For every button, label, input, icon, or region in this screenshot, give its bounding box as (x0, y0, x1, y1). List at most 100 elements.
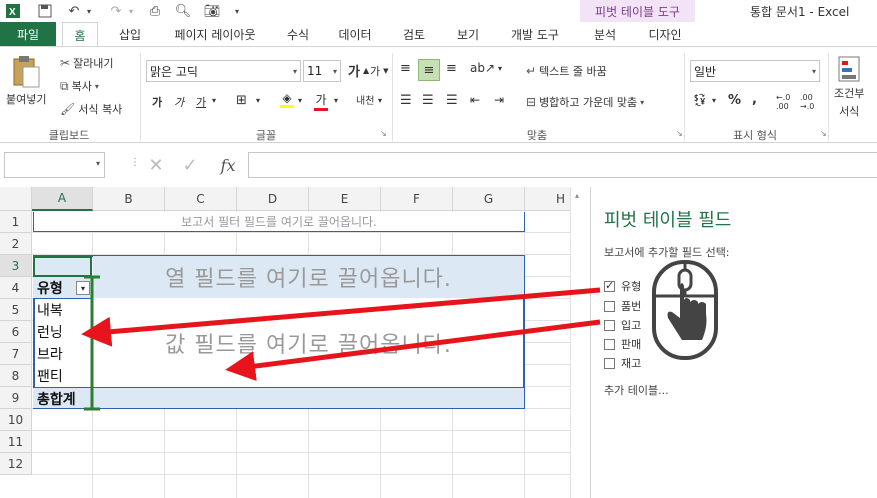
confirm-entry-icon[interactable]: ✓ (180, 152, 200, 178)
customize-qat-icon[interactable]: ▾ (232, 2, 242, 20)
font-color-icon[interactable]: 가 (314, 91, 328, 111)
column-header-a[interactable]: A (32, 187, 93, 211)
align-right-icon[interactable]: ☰ (446, 93, 458, 108)
column-header-h[interactable]: H (525, 187, 570, 211)
font-name-select[interactable]: 맑은 고딕 ▾ (146, 60, 301, 82)
underline-dropdown-icon[interactable]: ▾ (212, 96, 216, 105)
row-header-12[interactable]: 12 (0, 453, 32, 475)
align-bottom-icon[interactable]: ≡ (446, 61, 457, 76)
camera-icon[interactable]: 📷︎ (202, 2, 222, 20)
phonetic-guide-icon[interactable]: 내천 (356, 92, 374, 107)
name-box[interactable]: ▾ (4, 152, 105, 178)
checkbox-icon[interactable] (604, 357, 615, 369)
font-color-dropdown-icon[interactable]: ▾ (334, 96, 338, 105)
column-header-g[interactable]: G (453, 187, 525, 211)
save-icon[interactable] (36, 2, 54, 20)
italic-icon[interactable]: 가 (174, 94, 184, 110)
checkbox-icon[interactable] (604, 319, 615, 331)
tab-file[interactable]: 파일 (0, 22, 56, 47)
tab-formulas[interactable]: 수식 (280, 22, 316, 47)
row-header-6[interactable]: 6 (0, 321, 32, 343)
phonetic-dropdown-icon[interactable]: ▾ (378, 96, 382, 105)
increase-font-icon[interactable]: 가 ▲ (348, 61, 369, 80)
values-drop-zone[interactable]: 값 필드를 여기로 끌어옵니다. (93, 321, 524, 365)
field-item-product-no[interactable]: 품번 (604, 298, 641, 314)
field-item-stock[interactable]: 재고 (604, 355, 641, 371)
borders-dropdown-icon[interactable]: ▾ (256, 96, 260, 105)
row-header-11[interactable]: 11 (0, 431, 32, 453)
decrease-font-icon[interactable]: 가 ▼ (370, 63, 389, 79)
copy-button[interactable]: ⧉ 복사 ▾ (60, 78, 99, 94)
checkbox-icon[interactable] (604, 300, 615, 312)
alignment-dialog-launcher-icon[interactable]: ↘ (676, 129, 683, 138)
align-left-icon[interactable]: ☰ (400, 93, 412, 108)
checkbox-checked-icon[interactable] (604, 279, 615, 292)
scroll-up-icon[interactable]: ▴ (575, 191, 579, 200)
cancel-entry-icon[interactable]: ✕ (146, 152, 166, 178)
row-header-2[interactable]: 2 (0, 233, 32, 255)
increase-decimal-icon[interactable]: ←.0.00 (776, 93, 790, 111)
row-header-1[interactable]: 1 (0, 211, 32, 233)
column-header-d[interactable]: D (237, 187, 309, 211)
field-item-sales[interactable]: 판매 (604, 336, 641, 352)
column-header-f[interactable]: F (381, 187, 453, 211)
undo-icon[interactable]: ↶ (64, 2, 84, 20)
percent-icon[interactable]: % (728, 93, 741, 108)
decrease-decimal-icon[interactable]: .00 →.0 (800, 93, 814, 111)
fill-color-icon[interactable]: ◈ (280, 91, 294, 108)
print-preview-icon[interactable]: 🔍︎ (174, 2, 192, 20)
print-icon[interactable]: ⎙ (146, 2, 164, 20)
row-header-8[interactable]: 8 (0, 365, 32, 387)
number-format-select[interactable]: 일반 ▾ (690, 60, 820, 82)
redo-icon[interactable]: ↷ (106, 2, 126, 20)
row-header-4[interactable]: 4 (0, 277, 32, 299)
wrap-text-button[interactable]: ↵ 텍스트 줄 바꿈 (526, 63, 607, 79)
align-top-icon[interactable]: ≡ (400, 61, 411, 76)
formula-input[interactable] (248, 152, 877, 178)
align-middle-icon[interactable]: ≡ (418, 59, 440, 81)
comma-style-icon[interactable]: , (752, 92, 757, 107)
checkbox-icon[interactable] (604, 338, 615, 350)
orientation-icon[interactable]: ab↗ (470, 61, 495, 75)
tab-home[interactable]: 홈 (62, 22, 98, 48)
row-header-10[interactable]: 10 (0, 409, 32, 431)
select-all-corner[interactable] (0, 187, 32, 211)
vertical-scrollbar[interactable]: ▴ (570, 187, 590, 498)
bold-icon[interactable]: 가 (152, 94, 162, 110)
undo-dropdown-icon[interactable]: ▾ (84, 2, 94, 20)
grand-total-row[interactable]: 총합계 (33, 387, 524, 408)
row-header-7[interactable]: 7 (0, 343, 32, 365)
font-size-select[interactable]: 11 ▾ (303, 60, 341, 82)
field-item-inbound[interactable]: 입고 (604, 317, 641, 333)
tab-analyze[interactable]: 분석 (585, 22, 625, 47)
more-tables-link[interactable]: 추가 테이블... (604, 382, 669, 398)
accounting-dropdown-icon[interactable]: ▾ (712, 96, 716, 105)
accounting-format-icon[interactable]: 💱︎ (692, 93, 707, 107)
field-item-type[interactable]: 유형 (604, 278, 641, 294)
column-fields-drop-zone[interactable]: 열 필드를 여기로 끌어옵니다. (93, 256, 524, 298)
insert-function-icon[interactable]: fx (216, 152, 240, 178)
cut-button[interactable]: ✂ 잘라내기 (60, 55, 114, 71)
worksheet-grid[interactable]: A B C D E F G H 1 2 3 4 5 6 7 8 9 10 11 … (0, 187, 570, 498)
font-dialog-launcher-icon[interactable]: ↘ (380, 129, 387, 138)
format-painter-button[interactable]: 🖌︎ 서식 복사 (60, 101, 122, 117)
column-header-e[interactable]: E (309, 187, 381, 211)
orientation-dropdown-icon[interactable]: ▾ (498, 64, 502, 73)
number-dialog-launcher-icon[interactable]: ↘ (820, 129, 827, 138)
conditional-formatting-button[interactable]: 조건부 서식 (834, 55, 864, 119)
row-header-3[interactable]: 3 (0, 255, 32, 277)
fill-color-dropdown-icon[interactable]: ▾ (298, 96, 302, 105)
tab-view[interactable]: 보기 (450, 22, 486, 47)
align-center-icon[interactable]: ☰ (422, 93, 434, 108)
underline-icon[interactable]: 가 (196, 94, 206, 110)
borders-icon[interactable]: ⊞ (236, 93, 247, 108)
redo-dropdown-icon[interactable]: ▾ (126, 2, 136, 20)
merge-center-button[interactable]: ⊟ 병합하고 가운데 맞춤 ▾ (526, 94, 644, 110)
tab-data[interactable]: 데이터 (330, 22, 380, 47)
tab-review[interactable]: 검토 (396, 22, 432, 47)
row-header-9[interactable]: 9 (0, 387, 32, 409)
tab-page-layout[interactable]: 페이지 레이아웃 (160, 22, 270, 47)
column-header-b[interactable]: B (93, 187, 165, 211)
column-header-c[interactable]: C (165, 187, 237, 211)
tab-insert[interactable]: 삽입 (112, 22, 148, 47)
